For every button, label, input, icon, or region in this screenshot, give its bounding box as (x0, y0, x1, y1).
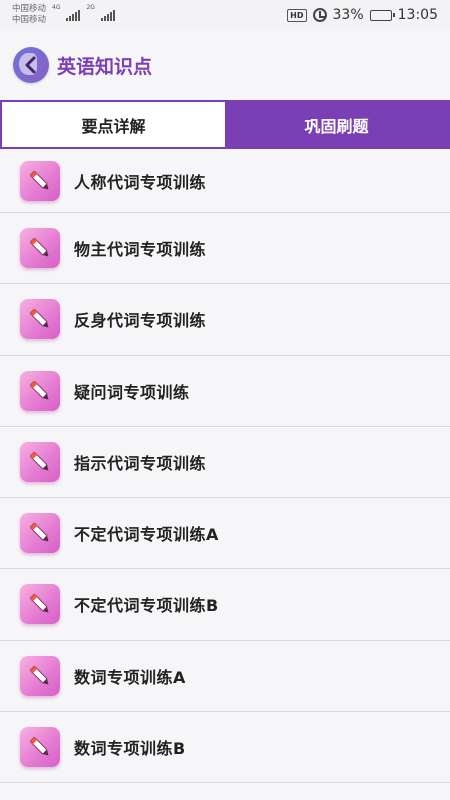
list-item-label: 不定代词专项训练A (74, 525, 219, 545)
page-title: 英语知识点 (57, 55, 153, 78)
list-item-label: 指示代词专项训练 (74, 453, 207, 473)
app-header: 英语知识点 (0, 30, 450, 100)
tab-bar: 要点详解 巩固刷题 (0, 100, 450, 149)
list-item-label: 数词专项训练B (74, 738, 186, 758)
list-item[interactable]: 物主代词专项训练 (0, 213, 450, 285)
list-item-label: 数词专项训练A (74, 667, 186, 687)
pen-icon (20, 228, 60, 269)
list-item-label: 人称代词专项训练 (74, 172, 207, 192)
pen-icon (20, 655, 60, 696)
list-item[interactable]: 疑问词专项训练 (0, 355, 450, 427)
list-item[interactable]: 不定代词专项训练B (0, 569, 450, 641)
pen-icon (20, 726, 60, 767)
list-item-label: 不定代词专项训练B (74, 596, 219, 616)
status-bar: 中国移动 中国移动 4G 2G HD 33% 13:05 (0, 0, 450, 30)
network-type-1: 4G (52, 4, 61, 11)
list-item[interactable]: 人称代词专项训练 (0, 149, 450, 213)
hd-icon: HD (287, 8, 307, 22)
pen-icon (20, 513, 60, 554)
pen-icon (20, 584, 60, 625)
back-button[interactable] (13, 47, 49, 83)
carrier-1: 中国移动 (12, 4, 47, 14)
list-item[interactable]: 反身代词专项训练 (0, 284, 450, 356)
pen-icon (20, 370, 60, 411)
alarm-icon (312, 8, 327, 22)
status-right: HD 33% 13:05 (287, 7, 438, 23)
signal-group: 中国移动 中国移动 4G 2G (12, 4, 115, 26)
tab-practice[interactable]: 巩固刷题 (225, 102, 448, 147)
list-item-label: 反身代词专项训练 (74, 311, 207, 331)
battery-icon (369, 9, 395, 21)
list-item-label: 疑问词专项训练 (74, 382, 190, 402)
list-item[interactable]: 不定代词专项训练A (0, 498, 450, 570)
carrier-2: 中国移动 (12, 15, 47, 25)
pen-icon (20, 299, 60, 340)
tab-key-points[interactable]: 要点详解 (2, 102, 225, 147)
list-item[interactable]: 数词专项训练B (0, 711, 450, 783)
battery-percent: 33% (332, 7, 364, 23)
pen-icon (20, 160, 60, 201)
list-item[interactable]: 数词专项训练A (0, 640, 450, 712)
chevron-left-icon (25, 56, 36, 74)
list-item[interactable]: 指示代词专项训练 (0, 426, 450, 498)
carrier-names: 中国移动 中国移动 (12, 4, 46, 26)
pen-icon (20, 441, 60, 482)
exercise-list: 人称代词专项训练 物主代词专项训练 反身代词专项训练 疑问词专项训练 指示代词专项训练不… (0, 149, 450, 783)
clock: 13:05 (397, 7, 438, 23)
network-type-2: 2G (86, 4, 95, 11)
signal-icon (100, 9, 115, 21)
list-item-label: 物主代词专项训练 (74, 240, 207, 260)
signal-icon (66, 9, 81, 21)
